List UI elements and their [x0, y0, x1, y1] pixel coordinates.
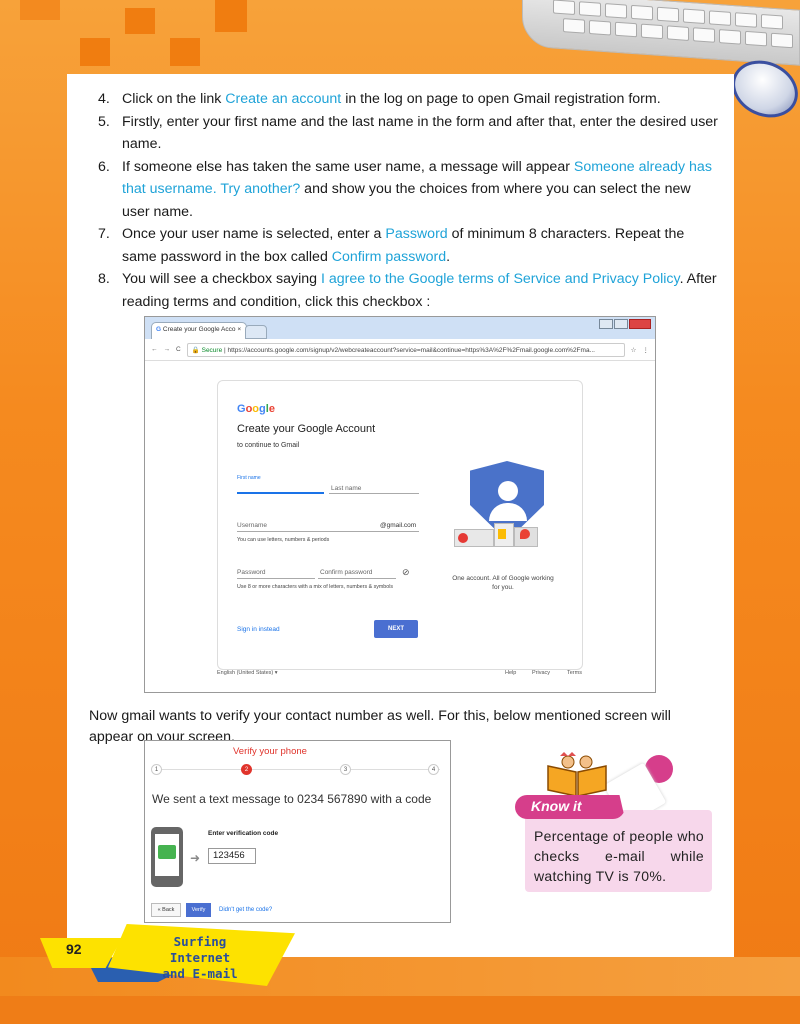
eye-off-icon[interactable]: ⊘: [402, 567, 410, 578]
url-text: https://accounts.google.com/signup/v2/we…: [227, 346, 595, 354]
didnt-get-code-link[interactable]: Didn't get the code?: [219, 907, 272, 913]
close-window-button[interactable]: [629, 319, 651, 329]
maximize-button[interactable]: [614, 319, 628, 329]
code-label: Enter verification code: [208, 830, 279, 837]
step-text-part: in the log on page to open Gmail registr…: [341, 91, 661, 107]
tab-title: Create your Google Acco: [162, 326, 236, 333]
step-number: 7.: [98, 226, 110, 242]
know-it-title: Know it: [531, 798, 582, 814]
step-text: You will see a checkbox saying I agree t…: [122, 268, 718, 313]
sent-message: We sent a text message to 0234 567890 wi…: [152, 792, 432, 806]
chapter-title-line: Surfing Internet: [169, 934, 231, 965]
know-it-text: Percentage of people who checks e-mail w…: [534, 828, 704, 884]
star-icon[interactable]: ☆: [631, 346, 637, 354]
list-item: 6. If someone else has taken the same us…: [98, 156, 718, 224]
username-hint: You can use letters, numbers & periods: [237, 537, 330, 543]
highlight-term: I agree to the Google terms of Service a…: [321, 271, 680, 287]
new-tab-button[interactable]: [245, 325, 267, 339]
back-button[interactable]: « Back: [151, 903, 181, 917]
bottom-stripe: [0, 996, 800, 1024]
browser-tab[interactable]: G Create your Google Acco ×: [151, 322, 247, 339]
forward-arrow-icon[interactable]: →: [164, 346, 171, 353]
step-indicator-active: 2: [241, 764, 252, 775]
password-field[interactable]: [237, 567, 315, 579]
step-text-part: You will see a checkbox saying: [122, 271, 322, 287]
devices-illustration: [454, 523, 540, 549]
step-text-part: Once your user name is selected, enter a: [122, 226, 386, 242]
step-number: 5.: [98, 113, 110, 130]
avatar-icon: [498, 481, 518, 501]
page-number: 92: [66, 941, 82, 957]
first-name-field[interactable]: [237, 482, 324, 494]
step-text: Once your user name is selected, enter a…: [122, 223, 718, 268]
step-number: 8.: [98, 271, 110, 287]
progress-line: [155, 769, 440, 770]
decor-square: [170, 38, 200, 66]
signup-footer: English (United States) ▾ Help Privacy T…: [217, 670, 583, 676]
first-name-label: First name: [237, 475, 261, 481]
decor-square: [20, 0, 60, 20]
signup-screenshot: G Create your Google Acco × ← → C 🔒 Secu…: [144, 316, 656, 693]
privacy-link[interactable]: Privacy: [532, 670, 550, 676]
help-link[interactable]: Help: [505, 670, 516, 676]
step-text: Click on the link Create an account in t…: [122, 88, 718, 111]
reload-icon[interactable]: C: [176, 346, 181, 353]
window-controls: [599, 319, 651, 329]
confirm-password-field[interactable]: [318, 567, 396, 579]
address-bar[interactable]: 🔒 Secure | https://accounts.google.com/s…: [186, 342, 625, 357]
menu-icon[interactable]: ⋮: [643, 346, 650, 354]
step-text: Firstly, enter your first name and the l…: [122, 113, 718, 153]
verification-code-input[interactable]: 123456: [208, 848, 256, 864]
lock-icon: 🔒: [191, 346, 202, 354]
list-item: 7. Once your user name is selected, ente…: [98, 223, 718, 268]
decor-square: [215, 0, 247, 32]
chapter-title-line: and E-mail: [162, 966, 238, 981]
step-number: 6.: [98, 158, 110, 175]
step-indicator: 4: [428, 764, 439, 775]
username-field[interactable]: [237, 520, 419, 532]
step-indicator: 3: [340, 764, 351, 775]
decor-square: [80, 38, 110, 66]
terms-link[interactable]: Terms: [567, 670, 582, 676]
step-text-part: If someone else has taken the same user …: [122, 158, 574, 175]
verify-screenshot: Verify your phone 1 2 3 4 We sent a text…: [144, 740, 451, 923]
one-account-text: One account. All of Google working for y…: [452, 575, 554, 591]
reading-kid-icon: [547, 752, 607, 796]
address-row: ← → C 🔒 Secure | https://accounts.google…: [145, 339, 655, 361]
minimize-button[interactable]: [599, 319, 613, 329]
step-text: If someone else has taken the same user …: [122, 156, 718, 224]
list-item: 4. Click on the link Create an account i…: [98, 88, 718, 111]
arrow-right-icon: ➜: [190, 851, 201, 865]
highlight-term: Create an account: [225, 91, 342, 107]
password-hint: Use 8 or more characters with a mix of l…: [237, 584, 394, 590]
google-g-icon: G: [156, 326, 163, 333]
close-icon[interactable]: ×: [237, 326, 241, 333]
highlight-term: Confirm password: [331, 248, 447, 265]
browser-tabbar: G Create your Google Acco ×: [145, 317, 655, 339]
last-name-field[interactable]: [329, 482, 419, 494]
step-number: 4.: [98, 91, 110, 107]
chapter-title: Surfing Internet and E-mail: [140, 934, 260, 982]
verify-button[interactable]: Verify: [186, 903, 211, 917]
steps-list: 4. Click on the link Create an account i…: [98, 88, 718, 313]
list-item: 8. You will see a checkbox saying I agre…: [98, 268, 718, 313]
highlight-term: Password: [385, 226, 448, 242]
back-arrow-icon[interactable]: ←: [151, 346, 158, 353]
language-select[interactable]: English (United States) ▾: [217, 670, 278, 676]
step-text-part: Click on the link: [122, 91, 226, 107]
next-button[interactable]: NEXT: [374, 620, 418, 638]
signup-card: Google Create your Google Account to con…: [217, 380, 583, 670]
page-title: Create your Google Account: [237, 423, 376, 435]
verify-title: Verify your phone: [233, 746, 307, 757]
message-icon: [158, 845, 176, 859]
page-subtitle: to continue to Gmail: [237, 442, 300, 449]
step-text-part: .: [446, 248, 451, 265]
step-indicator: 1: [151, 764, 162, 775]
secure-label: Secure: [201, 346, 223, 354]
google-logo: Google: [237, 403, 275, 415]
decor-square: [125, 8, 155, 34]
sign-in-instead-link[interactable]: Sign in instead: [237, 626, 280, 633]
list-item: 5. Firstly, enter your first name and th…: [98, 111, 718, 156]
